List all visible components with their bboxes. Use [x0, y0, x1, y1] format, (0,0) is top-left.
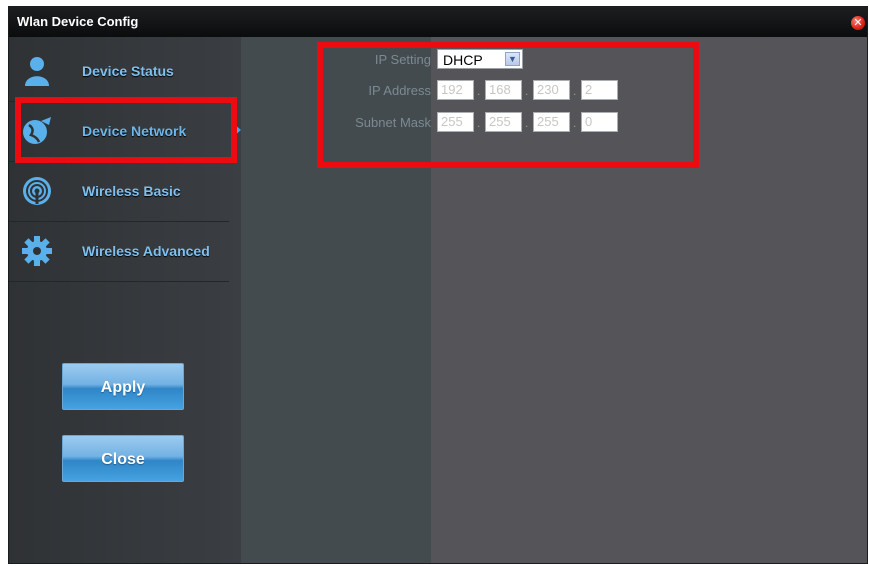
highlight-box-ip-form [317, 42, 699, 168]
gear-icon [22, 236, 52, 266]
wlan-config-window: Wlan Device Config ✕ Device Status Devic… [8, 6, 868, 564]
title-bar: Wlan Device Config ✕ [9, 7, 867, 37]
sidebar-item-device-status[interactable]: Device Status [9, 41, 229, 102]
sidebar-item-label: Wireless Advanced [82, 243, 210, 259]
close-icon[interactable]: ✕ [851, 16, 865, 30]
sidebar-item-wireless-advanced[interactable]: Wireless Advanced [9, 221, 229, 282]
person-icon [25, 57, 49, 86]
sidebar-item-wireless-basic[interactable]: Wireless Basic [9, 161, 229, 222]
window-title: Wlan Device Config [17, 14, 139, 29]
highlight-box-device-network [15, 97, 237, 163]
apply-button[interactable]: Apply [62, 363, 184, 410]
close-button[interactable]: Close [62, 435, 184, 482]
sidebar-item-label: Device Status [82, 63, 174, 79]
sidebar-item-label: Wireless Basic [82, 183, 181, 199]
wireless-icon [23, 177, 51, 205]
